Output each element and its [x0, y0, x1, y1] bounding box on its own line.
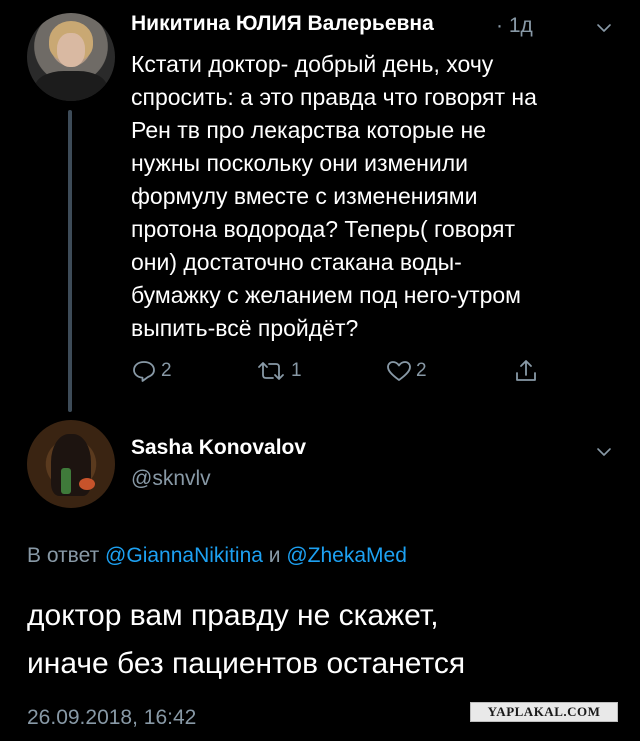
avatar-bottle — [61, 468, 71, 494]
mention-link[interactable]: @ZhekaMed — [286, 544, 407, 567]
tweet-text-line: формулу вместе с изменениями — [131, 183, 478, 209]
chevron-down-icon[interactable] — [596, 444, 612, 460]
author-name[interactable]: Sasha Konovalov — [131, 436, 306, 460]
reply-count: 2 — [161, 360, 172, 381]
tweet-text: доктор вам правду не скажет, иначе без п… — [27, 592, 465, 688]
reply-button[interactable]: 2 — [131, 357, 172, 385]
mention-link[interactable]: @GiannaNikitina — [105, 544, 263, 567]
like-count: 2 — [416, 360, 427, 381]
avatar-glow — [79, 478, 95, 490]
reply-conjunction: и — [262, 544, 287, 567]
share-button[interactable] — [513, 357, 539, 385]
thread-line — [68, 110, 72, 412]
retweet-icon — [255, 359, 287, 383]
like-button[interactable]: 2 — [386, 357, 427, 385]
tweet-text-line: Рен тв про лекарства которые не — [131, 117, 486, 143]
author-name[interactable]: Никитина ЮЛИЯ Валерьевна — [131, 12, 434, 36]
watermark: YAPLAKAL.COM — [470, 702, 618, 722]
reply-prefix: В ответ — [27, 544, 106, 567]
reply-icon — [131, 359, 157, 383]
tweet-text-line: бумажку с желанием под него-утром — [131, 282, 521, 308]
avatar-face — [57, 33, 85, 67]
tweet-text-line: Кстати доктор- добрый день, хочу — [131, 51, 494, 77]
tweet-text-line: доктор вам правду не скажет, — [27, 599, 439, 632]
avatar-body — [35, 71, 107, 101]
tweet-time[interactable]: · 1д — [496, 14, 533, 38]
retweet-button[interactable]: 1 — [255, 357, 302, 385]
chevron-down-icon[interactable] — [596, 20, 612, 36]
tweet-text-line: протона водорода? Теперь( говорят — [131, 216, 515, 242]
tweet-text-line: выпить-всё пройдёт? — [131, 315, 359, 341]
tweet-text-line: спросить: а это правда что говорят на — [131, 84, 537, 110]
author-handle[interactable]: @sknvlv — [131, 467, 211, 491]
tweet-text: Кстати доктор- добрый день, хочу спросит… — [131, 48, 611, 345]
avatar[interactable] — [27, 420, 115, 508]
tweet-text-line: нужны поскольку они изменили — [131, 150, 468, 176]
reply-context: В ответ @GiannaNikitina и @ZhekaMed — [27, 544, 407, 568]
tweet-text-line: иначе без пациентов останется — [27, 647, 466, 680]
avatar[interactable] — [27, 13, 115, 101]
retweet-count: 1 — [291, 360, 302, 381]
tweet-date[interactable]: 26.09.2018, 16:42 — [27, 706, 196, 730]
tweet-text-line: они) достаточно стакана воды- — [131, 249, 462, 275]
like-icon — [386, 359, 412, 383]
share-icon — [513, 358, 539, 384]
